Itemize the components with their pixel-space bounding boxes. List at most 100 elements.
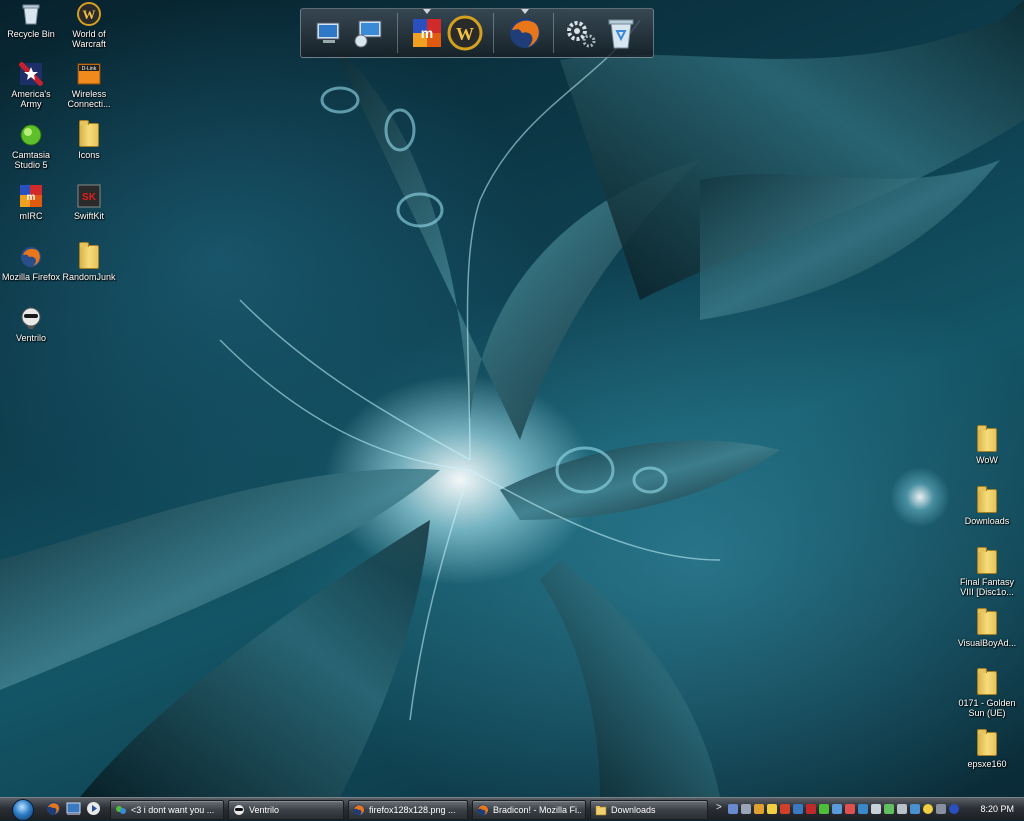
folder-icon <box>79 242 99 269</box>
dock-item-recycle-bin[interactable] <box>603 15 639 51</box>
signal-icon[interactable] <box>884 804 894 814</box>
dock-item-world-of-warcraft[interactable]: W <box>447 15 483 51</box>
desktop-icon-wow-folder[interactable]: WoW <box>956 425 1018 465</box>
user-icon[interactable] <box>754 804 764 814</box>
desktop-icon-final-fantasy-folder[interactable]: Final Fantasy VIII [Disc1o... <box>956 547 1018 597</box>
world-of-warcraft-icon: W <box>447 15 483 51</box>
camtasia-icon <box>19 123 43 147</box>
taskbar-button-firefox-bradicon[interactable]: Bradicon! - Mozilla Fi... <box>472 800 586 820</box>
taskbar-button-downloads[interactable]: Downloads <box>590 800 708 820</box>
svg-text:m: m <box>27 192 36 203</box>
sync-icon[interactable] <box>845 804 855 814</box>
desktop-icon-label: Downloads <box>964 516 1010 526</box>
desktop-icon-randomjunk-folder[interactable]: RandomJunk <box>58 242 120 282</box>
taskbar-button-firefox-image[interactable]: firefox128x128.png ... <box>348 800 468 820</box>
desktop-icon-label: 0171 - Golden Sun (UE) <box>958 698 1016 718</box>
globe-icon[interactable] <box>949 804 959 814</box>
taskbar-clock[interactable]: 8:20 PM <box>980 803 1014 815</box>
speaker-icon[interactable] <box>741 804 751 814</box>
svg-text:D-Link: D-Link <box>82 66 97 72</box>
taskbar-button-ventrilo[interactable]: Ventrilo <box>228 800 344 820</box>
firefox-icon <box>510 18 540 48</box>
recycle-bin-icon <box>608 19 634 49</box>
desktop-icon-label: SwiftKit <box>73 211 104 221</box>
dlink-wireless-icon: D-Link <box>77 62 101 86</box>
shield-icon[interactable] <box>728 804 738 814</box>
desktop-icon-recycle-bin[interactable]: Recycle Bin <box>0 2 62 39</box>
desktop-icon-visualboyadvance-folder[interactable]: VisualBoyAd... <box>956 608 1018 648</box>
desktop-icon-swiftkit[interactable]: SK SwiftKit <box>58 184 120 221</box>
quick-launch-media-player[interactable] <box>86 801 101 816</box>
desktop-icon-americas-army[interactable]: America's Army <box>0 61 62 109</box>
quick-launch-show-desktop[interactable] <box>66 801 81 816</box>
desktop-icon-epsxe-folder[interactable]: epsxe160 <box>956 729 1018 769</box>
desktop-icon-world-of-warcraft[interactable]: W World of Warcraft <box>58 2 120 49</box>
desktop-icon-golden-sun-folder[interactable]: 0171 - Golden Sun (UE) <box>956 668 1018 718</box>
desktop-icon-label: Final Fantasy VIII [Disc1o... <box>959 577 1015 597</box>
desktop-icon-label: epsxe160 <box>967 759 1007 769</box>
folder-icon <box>595 806 607 816</box>
media-player-icon <box>87 802 100 815</box>
taskbar-button-label: Downloads <box>611 805 656 815</box>
desktop-icon-mozilla-firefox[interactable]: Mozilla Firefox <box>0 245 62 282</box>
taskbar: <3 i dont want you ... Ventrilo firefox1… <box>0 797 1024 821</box>
folder-icon <box>977 425 997 452</box>
monitor-icon[interactable] <box>832 804 842 814</box>
firefox-icon <box>353 804 365 816</box>
warning-icon[interactable] <box>767 804 777 814</box>
desktop-icon-label: Camtasia Studio 5 <box>11 150 50 170</box>
smiley-icon[interactable] <box>923 804 933 814</box>
network-icon[interactable] <box>793 804 803 814</box>
start-button[interactable] <box>4 798 38 821</box>
firefox-icon <box>477 804 489 816</box>
dock-separator <box>397 13 398 53</box>
desktop-icon-label: Wireless Connecti... <box>67 89 111 109</box>
desktop-icon-icons-folder[interactable]: Icons <box>58 120 120 160</box>
ventrilo-icon <box>19 306 43 330</box>
desktop-icon-label: Ventrilo <box>15 333 47 343</box>
desktop-icon-label: RandomJunk <box>62 272 116 282</box>
graph-icon[interactable] <box>819 804 829 814</box>
desktop-icon-label: Recycle Bin <box>7 29 55 39</box>
desktop-icon-ventrilo[interactable]: Ventrilo <box>0 306 62 343</box>
desktop-icon-label: America's Army <box>11 89 51 109</box>
wallpaper-abstract-art <box>0 0 1024 797</box>
mirc-icon: m <box>19 184 43 208</box>
dock-running-indicator <box>423 9 431 14</box>
my-computer-icon <box>316 22 340 43</box>
volume-icon[interactable] <box>871 804 881 814</box>
chat-icon[interactable] <box>910 804 920 814</box>
dock-item-settings[interactable] <box>563 15 599 51</box>
desktop-icon-mirc[interactable]: m mIRC <box>0 184 62 221</box>
folder-icon <box>977 486 997 513</box>
americas-army-icon <box>18 61 44 87</box>
settings-gears-icon <box>567 21 596 48</box>
antivirus-icon[interactable] <box>806 804 816 814</box>
quick-launch-firefox[interactable] <box>46 801 61 816</box>
ventrilo-icon <box>234 805 244 815</box>
svg-text:SK: SK <box>82 192 97 203</box>
dock-item-mirc[interactable]: m <box>409 15 445 51</box>
dock-item-my-computer[interactable] <box>313 15 349 51</box>
window-icon[interactable] <box>858 804 868 814</box>
desktop-icon-label: Icons <box>78 150 100 160</box>
tray-expand-chevron-icon[interactable]: > <box>716 802 722 813</box>
taskbar-button-chat[interactable]: <3 i dont want you ... <box>110 800 224 820</box>
chat-icon <box>116 806 126 814</box>
dock-item-network[interactable] <box>349 15 385 51</box>
swiftkit-icon: SK <box>77 184 101 208</box>
folder-icon <box>977 668 997 695</box>
desktop-icon-label: Mozilla Firefox <box>1 272 60 282</box>
gear-icon[interactable] <box>936 804 946 814</box>
desktop-icon-camtasia[interactable]: Camtasia Studio 5 <box>0 123 62 170</box>
desktop-icon-wireless-connection[interactable]: D-Link Wireless Connecti... <box>58 62 120 109</box>
svg-text:W: W <box>456 24 474 44</box>
mirc-icon[interactable] <box>780 804 790 814</box>
folder-icon <box>977 547 997 574</box>
desktop-icon-downloads-folder[interactable]: Downloads <box>956 486 1018 526</box>
svg-text:W: W <box>83 7 96 22</box>
battery-icon[interactable] <box>897 804 907 814</box>
taskbar-button-label: <3 i dont want you ... <box>131 805 215 815</box>
dock-item-firefox[interactable] <box>507 15 543 51</box>
taskbar-button-label: Bradicon! - Mozilla Fi... <box>493 805 581 815</box>
